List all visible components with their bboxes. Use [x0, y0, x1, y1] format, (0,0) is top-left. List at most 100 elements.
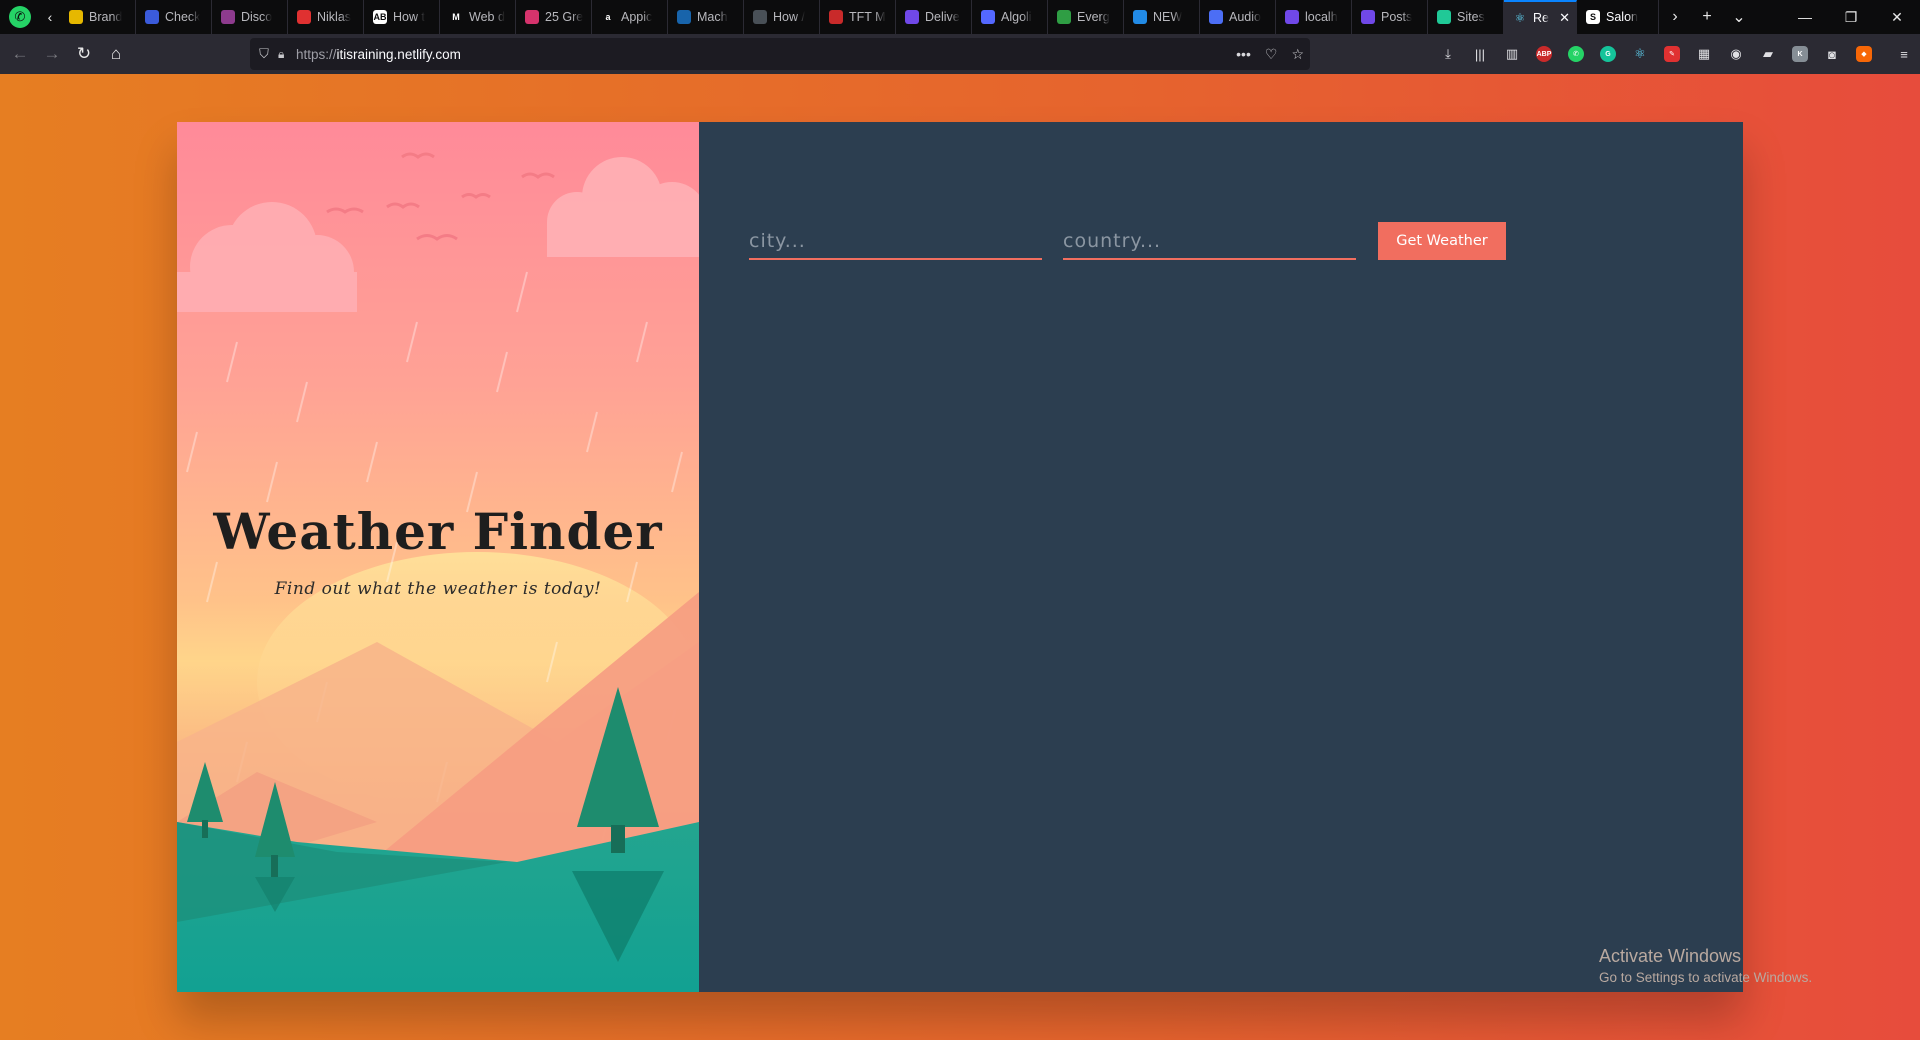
sidebar-icon[interactable]: ▥ — [1496, 40, 1528, 68]
tab-favicon-icon: AB — [373, 10, 387, 24]
tab[interactable]: 25 Gre — [516, 0, 592, 34]
url-bar[interactable]: ⛉ 🔒︎ https://itisraining.netlify.com •••… — [250, 38, 1310, 70]
tab-scroll-left-icon[interactable]: ‹ — [40, 0, 60, 34]
list-all-tabs-icon[interactable]: ⌄ — [1723, 0, 1755, 34]
tab-favicon-icon — [297, 10, 311, 24]
tab-favicon-icon — [677, 10, 691, 24]
home-icon[interactable]: ⌂ — [100, 38, 132, 70]
menu-icon[interactable]: ≡ — [1888, 40, 1920, 68]
new-tab-icon[interactable]: + — [1691, 0, 1723, 34]
url-actions: ••• ♡ ☆ — [1236, 46, 1304, 63]
tab-label: How t — [393, 10, 425, 24]
tab[interactable]: Posts — [1352, 0, 1428, 34]
library-icon[interactable]: ||| — [1464, 40, 1496, 68]
tab[interactable]: a Appic — [592, 0, 668, 34]
tab-list: Brand Check Disco Niklas AB How t M Web d 25 Gre… — [60, 0, 1659, 34]
tab-favicon-icon — [145, 10, 159, 24]
tab-favicon-icon — [1209, 10, 1223, 24]
tab[interactable]: Brand — [60, 0, 136, 34]
weather-card: Weather Finder Find out what the weather… — [177, 122, 1743, 992]
pocket-icon[interactable]: ♡ — [1265, 46, 1278, 63]
tab-label: Salon — [1606, 10, 1638, 24]
tab[interactable]: NEW — [1124, 0, 1200, 34]
tab-salon[interactable]: S Salon — [1577, 0, 1659, 34]
tab-label: Sites — [1457, 10, 1485, 24]
windows-activation-watermark: Activate Windows Go to Settings to activ… — [1599, 946, 1812, 985]
notes-extension-icon[interactable]: ▰ — [1752, 40, 1784, 68]
reload-icon[interactable]: ↻ — [68, 38, 100, 70]
hero-panel: Weather Finder Find out what the weather… — [177, 122, 699, 992]
tab[interactable]: Audio — [1200, 0, 1276, 34]
orange-extension-icon[interactable]: ◆ — [1848, 40, 1880, 68]
tab-label: Algoli — [1001, 10, 1032, 24]
tab[interactable]: M Web d — [440, 0, 516, 34]
tab[interactable]: Mach — [668, 0, 744, 34]
adblock-icon[interactable]: ABP — [1528, 40, 1560, 68]
page-actions-icon[interactable]: ••• — [1236, 46, 1251, 63]
tab-label: Everg — [1077, 10, 1110, 24]
tab[interactable]: Disco — [212, 0, 288, 34]
back-icon[interactable]: ← — [4, 38, 36, 70]
whatsapp-pinned-icon[interactable]: ✆ — [0, 0, 40, 34]
tab[interactable]: TFT M — [820, 0, 896, 34]
close-window-icon[interactable]: ✕ — [1874, 0, 1920, 34]
salon-icon: S — [1586, 10, 1600, 24]
page-viewport: Weather Finder Find out what the weather… — [0, 74, 1920, 1040]
tracking-shield-icon[interactable]: ⛉ — [250, 46, 278, 62]
tab[interactable]: Delive — [896, 0, 972, 34]
downloads-icon[interactable]: ⤓ — [1432, 40, 1464, 68]
bookmark-star-icon[interactable]: ☆ — [1291, 46, 1304, 63]
tab[interactable]: How / — [744, 0, 820, 34]
grammarly-icon[interactable]: G — [1592, 40, 1624, 68]
cloud-right — [547, 157, 699, 257]
tab[interactable]: Algoli — [972, 0, 1048, 34]
restore-icon[interactable]: ❐ — [1828, 0, 1874, 34]
window-controls: — ❐ ✕ — [1782, 0, 1920, 34]
tab-label: TFT M — [849, 10, 886, 24]
tab-label: Niklas — [317, 10, 352, 24]
tab-label: Delive — [925, 10, 960, 24]
tab-favicon-icon — [829, 10, 843, 24]
screen-extension-icon[interactable]: ◙ — [1816, 40, 1848, 68]
tab-favicon-icon: a — [601, 10, 615, 24]
get-weather-button[interactable]: Get Weather — [1378, 222, 1506, 260]
tab[interactable]: localh — [1276, 0, 1352, 34]
tab-favicon-icon — [981, 10, 995, 24]
react-devtools-icon[interactable]: ⚛ — [1624, 40, 1656, 68]
watermark-subtitle: Go to Settings to activate Windows. — [1599, 970, 1813, 985]
tab-label: Brand — [89, 10, 123, 24]
city-input[interactable] — [749, 230, 1042, 252]
url-text[interactable]: https://itisraining.netlify.com — [296, 47, 461, 62]
whatsapp-icon[interactable]: ✆ — [1560, 40, 1592, 68]
tab-label: Mach — [697, 10, 728, 24]
tab-active[interactable]: ⚛ Re ✕ — [1504, 0, 1577, 34]
tab[interactable]: Niklas — [288, 0, 364, 34]
tab[interactable]: Check — [136, 0, 212, 34]
tab-label: Posts — [1381, 10, 1413, 24]
tab-scroll-right-icon[interactable]: › — [1659, 0, 1691, 34]
tab[interactable]: Everg — [1048, 0, 1124, 34]
tab-label: Appic — [621, 10, 653, 24]
hero-text: Weather Finder Find out what the weather… — [177, 502, 699, 599]
lock-icon[interactable]: 🔒︎ — [278, 47, 296, 62]
tab-label: How / — [773, 10, 805, 24]
tab-label: Web d — [469, 10, 505, 24]
form-panel: Get Weather — [699, 122, 1743, 992]
k-extension-icon[interactable]: K — [1784, 40, 1816, 68]
tab[interactable]: AB How t — [364, 0, 440, 34]
minimize-icon[interactable]: — — [1782, 0, 1828, 34]
tab-favicon-icon — [221, 10, 235, 24]
close-tab-icon[interactable]: ✕ — [1559, 10, 1570, 26]
cloud-left — [177, 202, 357, 312]
tab-label: Audio — [1229, 10, 1261, 24]
tab[interactable]: Sites — [1428, 0, 1504, 34]
forward-icon[interactable]: → — [36, 38, 68, 70]
tab-favicon-icon — [1361, 10, 1375, 24]
tab-favicon-icon — [69, 10, 83, 24]
account-icon[interactable]: ◉ — [1720, 40, 1752, 68]
tab-favicon-icon — [753, 10, 767, 24]
ruler-extension-icon[interactable]: ▦ — [1688, 40, 1720, 68]
tab-favicon-icon — [1285, 10, 1299, 24]
pen-extension-icon[interactable]: ✎ — [1656, 40, 1688, 68]
country-input[interactable] — [1063, 230, 1356, 252]
